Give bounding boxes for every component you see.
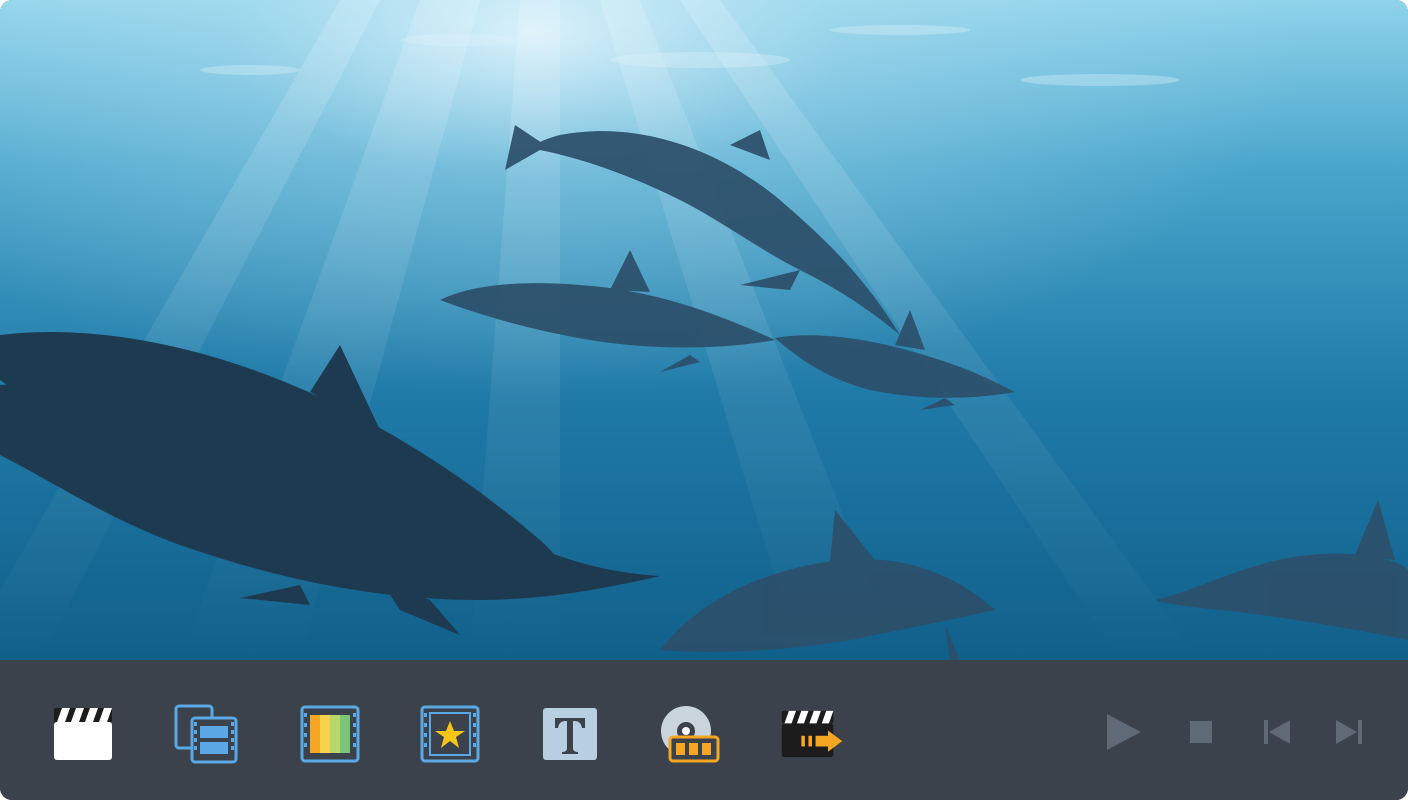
skip-back-icon [1264,720,1290,744]
text-title-icon [543,708,597,760]
skip-forward-icon [1336,720,1362,744]
color-filter-button[interactable] [298,702,362,766]
disc-burn-icon [661,706,720,763]
film-star-icon [420,705,480,763]
skip-forward-button[interactable] [1327,710,1371,754]
bottom-toolbar [0,660,1408,800]
disc-burn-button[interactable] [658,702,722,766]
video-preview[interactable] [0,0,1408,660]
play-button[interactable] [1101,710,1145,754]
color-filter-icon [300,705,360,763]
new-project-button[interactable] [51,702,115,766]
play-icon [1107,714,1141,750]
media-clips-button[interactable] [174,702,238,766]
preview-image [0,0,1408,660]
export-video-icon [781,710,843,758]
effects-button[interactable] [418,702,482,766]
skip-back-button[interactable] [1255,710,1299,754]
film-clips-icon [174,704,238,764]
stop-button[interactable] [1179,710,1223,754]
export-video-button[interactable] [780,702,844,766]
video-editor-window [0,0,1408,800]
text-title-button[interactable] [538,702,602,766]
stop-icon [1190,721,1212,743]
clapperboard-icon [54,708,112,760]
